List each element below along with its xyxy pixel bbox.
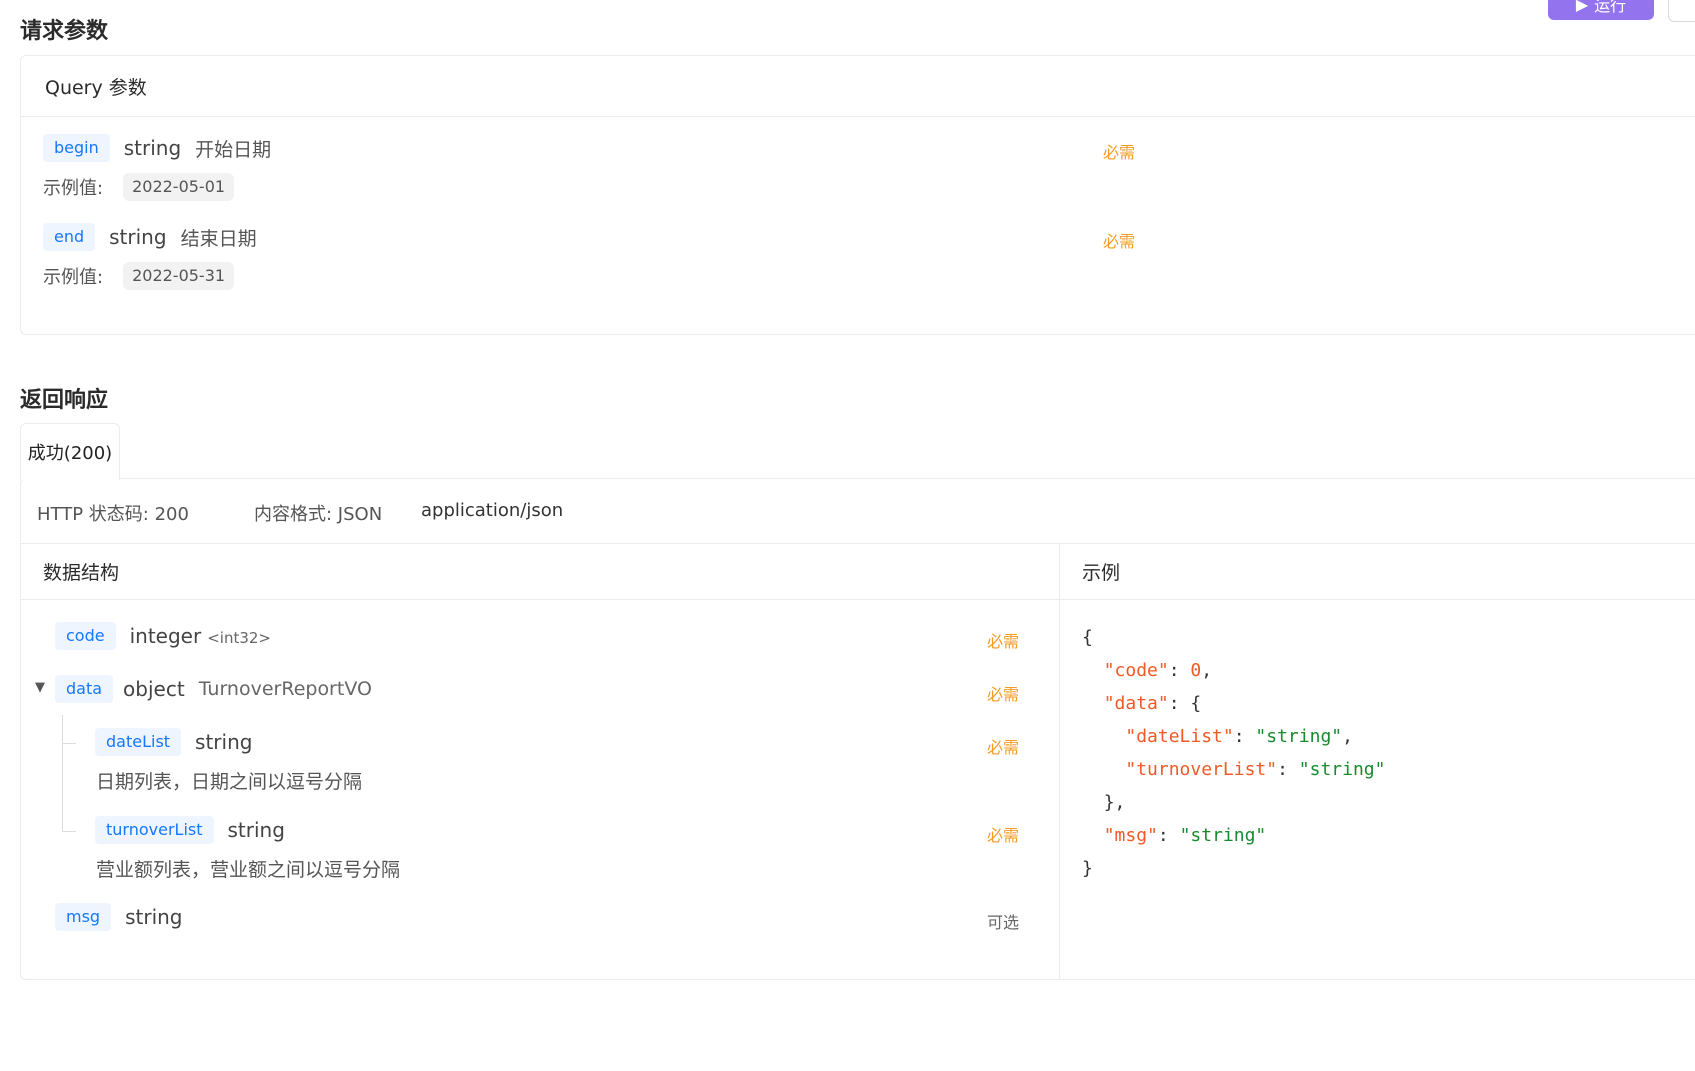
collapse-caret-icon[interactable]: ▼ bbox=[35, 680, 45, 695]
param-desc: 开始日期 bbox=[195, 138, 272, 161]
field-type: string bbox=[195, 730, 253, 754]
response-meta-bar: HTTP 状态码: 200 内容格式: JSON application/jso… bbox=[21, 479, 1695, 544]
field-row-code: code integer <int32> bbox=[55, 622, 271, 650]
http-status: HTTP 状态码: 200 bbox=[37, 504, 189, 525]
tree-line bbox=[62, 831, 76, 832]
content-format: 内容格式: JSON bbox=[254, 504, 383, 525]
example-label: 示例值: bbox=[43, 267, 104, 288]
field-desc: 营业额列表，营业额之间以逗号分隔 bbox=[96, 859, 401, 881]
param-type: string bbox=[109, 225, 167, 249]
field-required-badge: 必需 bbox=[987, 632, 1020, 651]
field-optional-badge: 可选 bbox=[987, 913, 1020, 932]
example-value: 2022-05-31 bbox=[123, 262, 235, 290]
content-type: application/json bbox=[421, 500, 564, 521]
field-row-turnoverlist: turnoverList string bbox=[95, 816, 285, 844]
field-required-badge: 必需 bbox=[987, 738, 1020, 757]
param-row-begin: begin string 开始日期 bbox=[43, 134, 271, 162]
param-required-badge: 必需 bbox=[1103, 143, 1136, 162]
field-type: string bbox=[125, 905, 183, 929]
tree-line bbox=[62, 743, 76, 744]
more-button[interactable] bbox=[1668, 0, 1695, 22]
schema-header: 数据结构 bbox=[21, 543, 1059, 600]
param-type: string bbox=[123, 136, 182, 160]
param-example-begin: 示例值: 2022-05-01 bbox=[43, 173, 235, 201]
field-required-badge: 必需 bbox=[987, 685, 1020, 704]
param-row-end: end string 结束日期 bbox=[43, 223, 257, 251]
param-required-badge: 必需 bbox=[1103, 232, 1136, 251]
field-name-tag: data bbox=[55, 675, 114, 703]
field-name-tag: turnoverList bbox=[95, 816, 214, 844]
field-name-tag: dateList bbox=[95, 728, 182, 756]
example-value: 2022-05-01 bbox=[123, 173, 235, 201]
field-row-msg: msg string bbox=[55, 903, 183, 931]
param-name-tag: begin bbox=[43, 134, 110, 162]
example-header: 示例 bbox=[1060, 543, 1695, 600]
tab-success-200[interactable]: 成功(200) bbox=[20, 423, 120, 480]
field-desc: 日期列表，日期之间以逗号分隔 bbox=[96, 771, 363, 793]
field-row-data: data object TurnoverReportVO bbox=[55, 675, 372, 703]
example-panel: 示例 { "code": 0, "data": { "dateList": "s… bbox=[1060, 543, 1695, 979]
param-desc: 结束日期 bbox=[180, 227, 257, 250]
param-example-end: 示例值: 2022-05-31 bbox=[43, 262, 235, 290]
example-label: 示例值: bbox=[43, 178, 104, 199]
field-row-datelist: dateList string bbox=[95, 728, 252, 756]
play-icon: ▶ bbox=[1575, 0, 1589, 14]
field-required-badge: 必需 bbox=[987, 826, 1020, 845]
example-json-code: { "code": 0, "data": { "dateList": "stri… bbox=[1082, 627, 1386, 879]
schema-panel: 数据结构 code integer <int32> 必需 ▼ data obje… bbox=[21, 543, 1060, 979]
run-button[interactable]: ▶ 运行 bbox=[1548, 0, 1654, 20]
field-name-tag: msg bbox=[55, 903, 112, 931]
response-section-title: 返回响应 bbox=[20, 388, 109, 413]
query-params-header: Query 参数 bbox=[21, 56, 1695, 117]
request-section-title: 请求参数 bbox=[20, 19, 109, 44]
tree-line bbox=[62, 715, 63, 832]
query-params-card: Query 参数 begin string 开始日期 必需 示例值: 2022-… bbox=[20, 55, 1695, 335]
field-format: <int32> bbox=[207, 629, 271, 647]
run-button-label: 运行 bbox=[1594, 0, 1627, 15]
response-card: HTTP 状态码: 200 内容格式: JSON application/jso… bbox=[20, 478, 1695, 980]
field-type: integer bbox=[129, 624, 202, 648]
field-type: string bbox=[227, 818, 285, 842]
field-type: object bbox=[123, 677, 185, 701]
field-name-tag: code bbox=[55, 622, 116, 650]
param-name-tag: end bbox=[43, 223, 96, 251]
field-ref: TurnoverReportVO bbox=[198, 678, 372, 700]
